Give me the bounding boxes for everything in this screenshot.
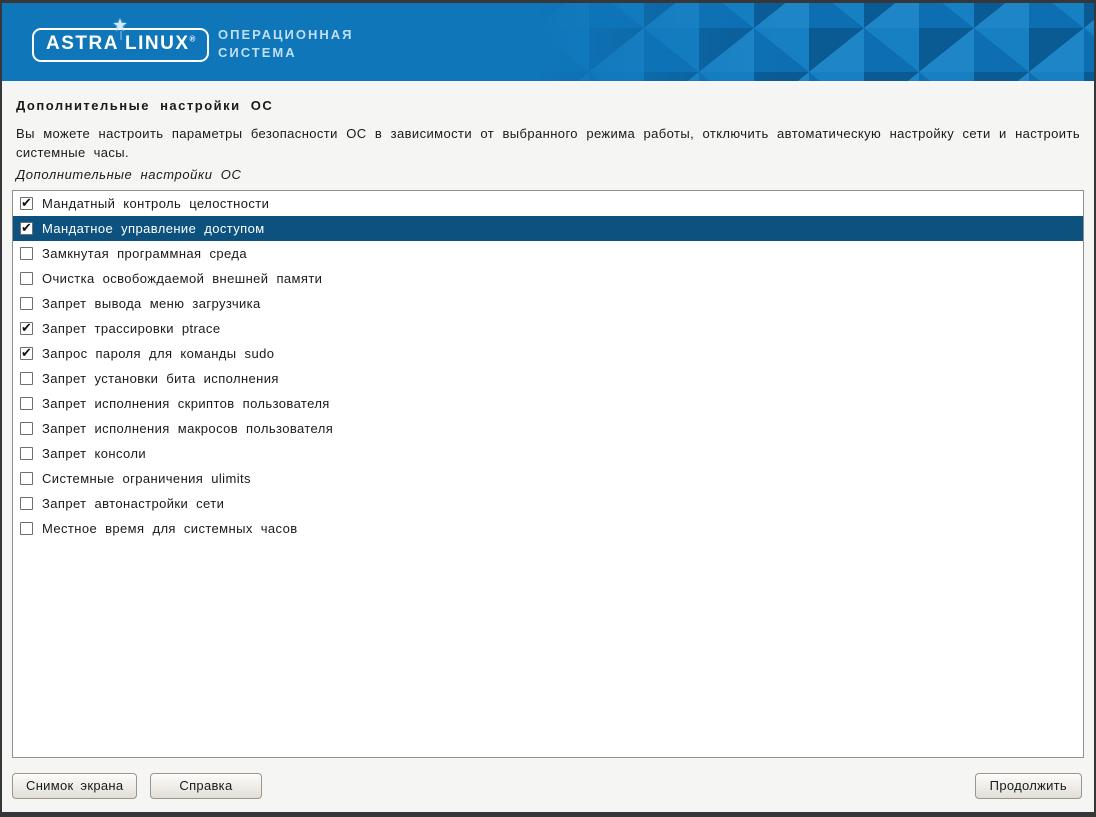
option-label: Замкнутая программная среда [42,246,247,261]
option-label: Запрет исполнения макросов пользователя [42,421,333,436]
option-checkbox[interactable] [20,372,33,385]
help-button[interactable]: Справка [150,773,261,799]
page-description: Вы можете настроить параметры безопаснос… [16,124,1080,162]
list-item[interactable]: Системные ограничения ulimits [13,466,1083,491]
option-checkbox[interactable] [20,447,33,460]
list-item[interactable]: Запрос пароля для команды sudo [13,341,1083,366]
continue-button[interactable]: Продолжить [975,773,1082,799]
list-item[interactable]: Мандатное управление доступом [13,216,1083,241]
list-item[interactable]: Запрет трассировки ptrace [13,316,1083,341]
star-icon: ★ [113,18,128,33]
registered-mark: ® [190,35,196,44]
option-label: Системные ограничения ulimits [42,471,251,486]
brand-text: ОПЕРАЦИОННАЯ СИСТЕМА [218,26,354,62]
installer-window: ★ ASTRA LINUX® ОПЕРАЦИОННАЯ СИСТЕМА Допо… [0,0,1096,817]
list-item[interactable]: Запрет исполнения скриптов пользователя [13,391,1083,416]
option-checkbox[interactable] [20,247,33,260]
option-label: Запрет консоли [42,446,146,461]
list-item[interactable]: Запрет вывода меню загрузчика [13,291,1083,316]
list-item[interactable]: Местное время для системных часов [13,516,1083,541]
option-label: Мандатное управление доступом [42,221,265,236]
footer-bar: Снимок экрана Справка Продолжить [2,767,1094,812]
option-label: Очистка освобождаемой внешней памяти [42,271,322,286]
list-item[interactable]: Очистка освобождаемой внешней памяти [13,266,1083,291]
option-label: Мандатный контроль целостности [42,196,269,211]
option-checkbox[interactable] [20,472,33,485]
list-item[interactable]: Запрет исполнения макросов пользователя [13,416,1083,441]
options-list: Мандатный контроль целостности Мандатное… [12,190,1084,758]
brand-line1: ОПЕРАЦИОННАЯ [218,26,354,44]
list-item[interactable]: Запрет установки бита исполнения [13,366,1083,391]
option-checkbox[interactable] [20,297,33,310]
option-label: Запрос пароля для команды sudo [42,346,274,361]
option-label: Запрет исполнения скриптов пользователя [42,396,330,411]
option-checkbox[interactable] [20,347,33,360]
list-item[interactable]: Замкнутая программная среда [13,241,1083,266]
list-item[interactable]: Запрет консоли [13,441,1083,466]
list-item[interactable]: Мандатный контроль целостности [13,191,1083,216]
header-banner: ★ ASTRA LINUX® ОПЕРАЦИОННАЯ СИСТЕМА [2,3,1094,81]
option-checkbox[interactable] [20,522,33,535]
option-checkbox[interactable] [20,422,33,435]
option-label: Запрет вывода меню загрузчика [42,296,261,311]
option-checkbox[interactable] [20,197,33,210]
screenshot-button[interactable]: Снимок экрана [12,773,137,799]
option-label: Запрет автонастройки сети [42,496,224,511]
option-checkbox[interactable] [20,322,33,335]
option-checkbox[interactable] [20,397,33,410]
option-checkbox[interactable] [20,222,33,235]
brand-line2: СИСТЕМА [218,44,354,62]
option-checkbox[interactable] [20,497,33,510]
astra-linux-logo: ★ ASTRA LINUX® [32,28,209,62]
content-area: Дополнительные настройки ОС Вы можете на… [2,81,1094,767]
option-label: Местное время для системных часов [42,521,298,536]
logo-text: ASTRA LINUX [46,33,190,54]
option-checkbox[interactable] [20,272,33,285]
header-fade-overlay [534,3,1094,81]
option-label: Запрет установки бита исполнения [42,371,279,386]
page-title: Дополнительные настройки ОС [16,98,1080,113]
option-label: Запрет трассировки ptrace [42,321,220,336]
list-item[interactable]: Запрет автонастройки сети [13,491,1083,516]
page-subtitle: Дополнительные настройки ОС [16,167,1080,182]
